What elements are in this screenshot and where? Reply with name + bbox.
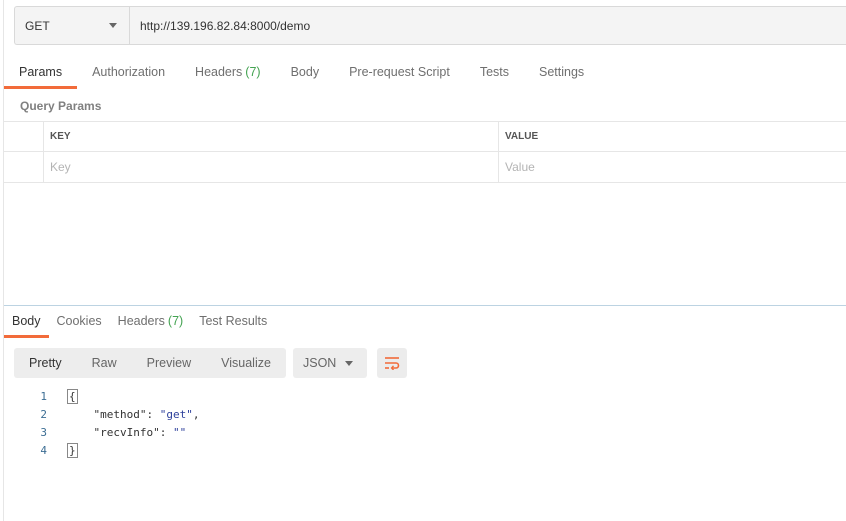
pane-divider[interactable] (4, 305, 846, 306)
tab-params[interactable]: Params (4, 57, 78, 89)
code-line: 1 { (14, 388, 199, 406)
format-label: JSON (303, 356, 337, 370)
query-params-title: Query Params (20, 99, 102, 113)
chevron-down-icon (109, 23, 117, 28)
code-line: 3 "recvInfo": "" (14, 424, 199, 442)
line-number: 4 (40, 444, 47, 457)
line-number: 2 (40, 408, 47, 421)
key-input[interactable]: Key (44, 152, 499, 182)
code-line: 2 "method": "get", (14, 406, 199, 424)
json-key: "method" (93, 408, 147, 421)
open-brace: { (67, 389, 78, 404)
method-select[interactable]: GET (15, 7, 130, 44)
view-mode-toolbar: Pretty Raw Preview Visualize (14, 348, 286, 378)
chevron-down-icon (345, 361, 353, 366)
response-tab-test-results[interactable]: Test Results (191, 308, 275, 338)
url-input[interactable]: http://139.196.82.84:8000/demo (130, 7, 846, 44)
key-placeholder: Key (50, 160, 71, 174)
request-tabs: Params Authorization Headers (7) Body Pre… (4, 57, 599, 89)
response-tabs: Body Cookies Headers (7) Test Results (4, 308, 275, 338)
value-input[interactable]: Value (499, 152, 846, 182)
response-tab-body[interactable]: Body (4, 308, 49, 338)
params-row-checkbox[interactable] (4, 152, 44, 182)
tab-settings[interactable]: Settings (524, 57, 599, 89)
response-tab-headers[interactable]: Headers (7) (110, 308, 192, 338)
params-row: Key Value (4, 152, 846, 183)
value-column-header: VALUE (505, 131, 539, 142)
tab-authorization[interactable]: Authorization (77, 57, 180, 89)
params-table: KEY VALUE Key Value (4, 121, 846, 183)
response-headers-count: (7) (167, 314, 184, 328)
close-brace: } (67, 443, 78, 458)
key-column-header: KEY (44, 122, 499, 151)
url-text: http://139.196.82.84:8000/demo (140, 18, 311, 33)
line-number: 3 (40, 426, 47, 439)
tab-headers[interactable]: Headers (7) (180, 57, 276, 89)
params-header-row: KEY VALUE (4, 121, 846, 152)
json-key: "recvInfo" (93, 426, 160, 439)
tab-tests[interactable]: Tests (465, 57, 524, 89)
line-number: 1 (40, 390, 47, 403)
headers-count: (7) (245, 65, 261, 79)
url-bar: GET http://139.196.82.84:8000/demo (14, 6, 846, 45)
wrap-lines-icon (385, 357, 400, 370)
view-preview-button[interactable]: Preview (132, 348, 206, 378)
view-pretty-button[interactable]: Pretty (14, 348, 77, 378)
tab-pre-request-script[interactable]: Pre-request Script (334, 57, 465, 89)
format-select[interactable]: JSON (293, 348, 367, 378)
json-value: "get" (159, 408, 193, 421)
view-raw-button[interactable]: Raw (77, 348, 132, 378)
view-visualize-button[interactable]: Visualize (206, 348, 286, 378)
wrap-lines-button[interactable] (377, 348, 407, 378)
value-placeholder: Value (505, 160, 535, 174)
response-tab-cookies[interactable]: Cookies (49, 308, 110, 338)
response-body[interactable]: 1 { 2 "method": "get", 3 "recvInfo": "" … (14, 388, 199, 460)
code-line: 4 } (14, 442, 199, 460)
tab-body[interactable]: Body (276, 57, 335, 89)
method-label: GET (25, 18, 50, 33)
params-checkbox-column (4, 122, 44, 151)
json-value: "" (172, 426, 187, 439)
